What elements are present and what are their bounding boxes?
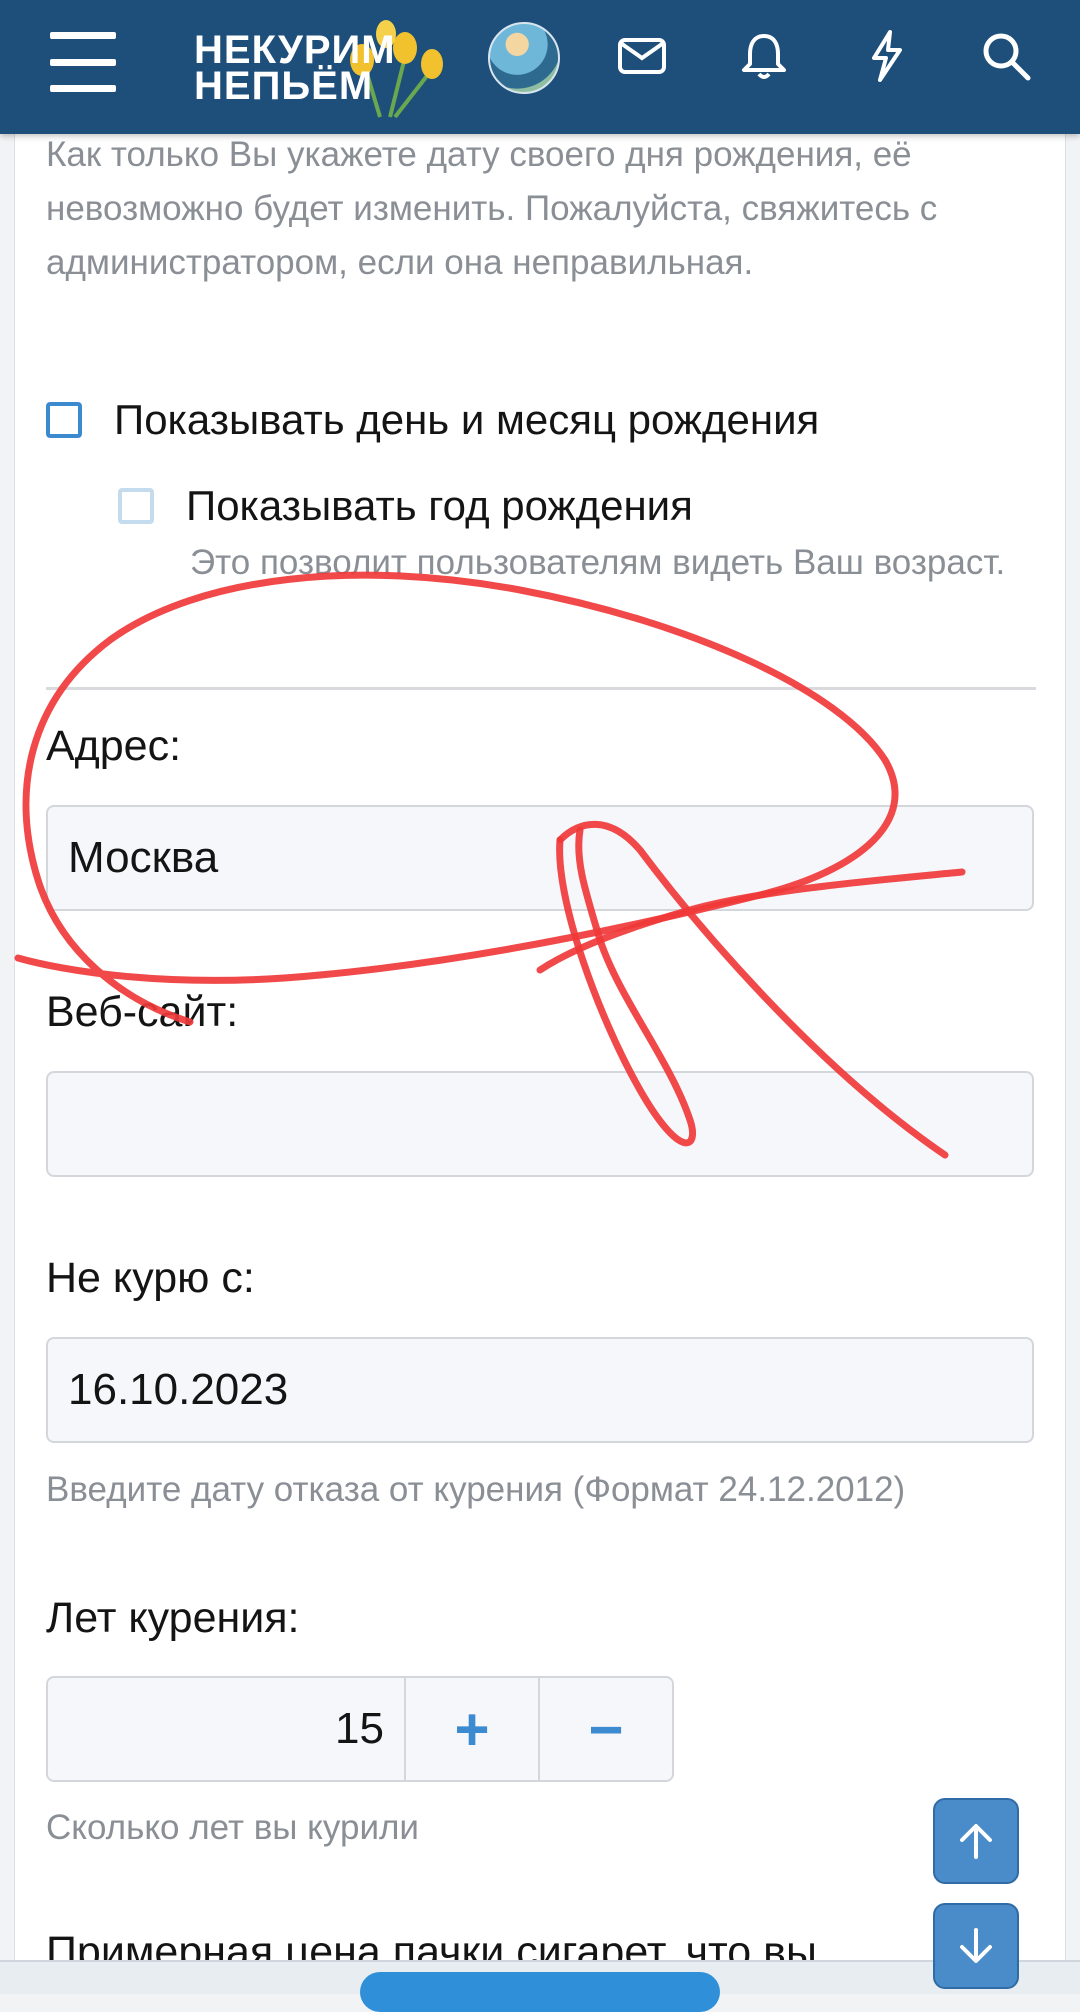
- years-smoking-hint: Сколько лет вы курили: [46, 1808, 419, 1847]
- show-year-label: Показывать год рождения: [186, 482, 693, 529]
- mail-icon[interactable]: [612, 26, 672, 86]
- decrement-button[interactable]: −: [540, 1678, 672, 1780]
- address-input[interactable]: Москва: [46, 805, 1034, 911]
- quit-date-label: Не курю с:: [46, 1254, 255, 1302]
- address-label: Адрес:: [46, 722, 182, 770]
- quit-date-input[interactable]: 16.10.2023: [46, 1337, 1034, 1443]
- scroll-up-button[interactable]: [933, 1798, 1019, 1884]
- birthday-note: Как только Вы укажете дату своего дня ро…: [46, 135, 938, 282]
- years-smoking-input[interactable]: 15: [48, 1678, 406, 1780]
- quit-date-hint: Введите дату отказа от курения (Формат 2…: [46, 1470, 906, 1509]
- show-year-row[interactable]: Показывать год рождения: [118, 482, 693, 530]
- logo-line-2: НЕПЬЁМ: [194, 64, 374, 108]
- increment-button[interactable]: +: [406, 1678, 540, 1780]
- search-icon[interactable]: [976, 26, 1036, 86]
- minus-icon: −: [588, 1695, 624, 1763]
- bell-icon[interactable]: [734, 26, 794, 86]
- menu-icon[interactable]: [50, 32, 116, 92]
- section-divider: [46, 687, 1036, 690]
- show-day-month-row[interactable]: Показывать день и месяц рождения: [46, 396, 819, 444]
- arrow-up-icon: [960, 1824, 992, 1859]
- top-nav-bar: НЕКУРИМ НЕПЬЁМ: [0, 0, 1080, 134]
- website-input[interactable]: [46, 1071, 1034, 1177]
- scroll-down-button[interactable]: [933, 1903, 1019, 1989]
- show-year-hint: Это позволит пользователям видеть Ваш во…: [190, 543, 1006, 582]
- years-smoking-label: Лет курения:: [46, 1594, 300, 1642]
- website-label: Веб-сайт:: [46, 988, 239, 1036]
- years-smoking-stepper: 15 + −: [46, 1676, 674, 1782]
- show-day-month-label: Показывать день и месяц рождения: [114, 396, 820, 443]
- show-day-month-checkbox[interactable]: [46, 402, 82, 438]
- plus-icon: +: [454, 1695, 490, 1763]
- save-button[interactable]: [360, 1972, 720, 2012]
- show-year-checkbox[interactable]: [118, 488, 154, 524]
- user-avatar[interactable]: [488, 22, 560, 94]
- lightning-icon[interactable]: [856, 26, 916, 86]
- site-logo[interactable]: НЕКУРИМ НЕПЬЁМ: [190, 12, 460, 122]
- bottom-action-bar: [0, 1960, 1080, 2012]
- arrow-down-icon: [960, 1928, 992, 1963]
